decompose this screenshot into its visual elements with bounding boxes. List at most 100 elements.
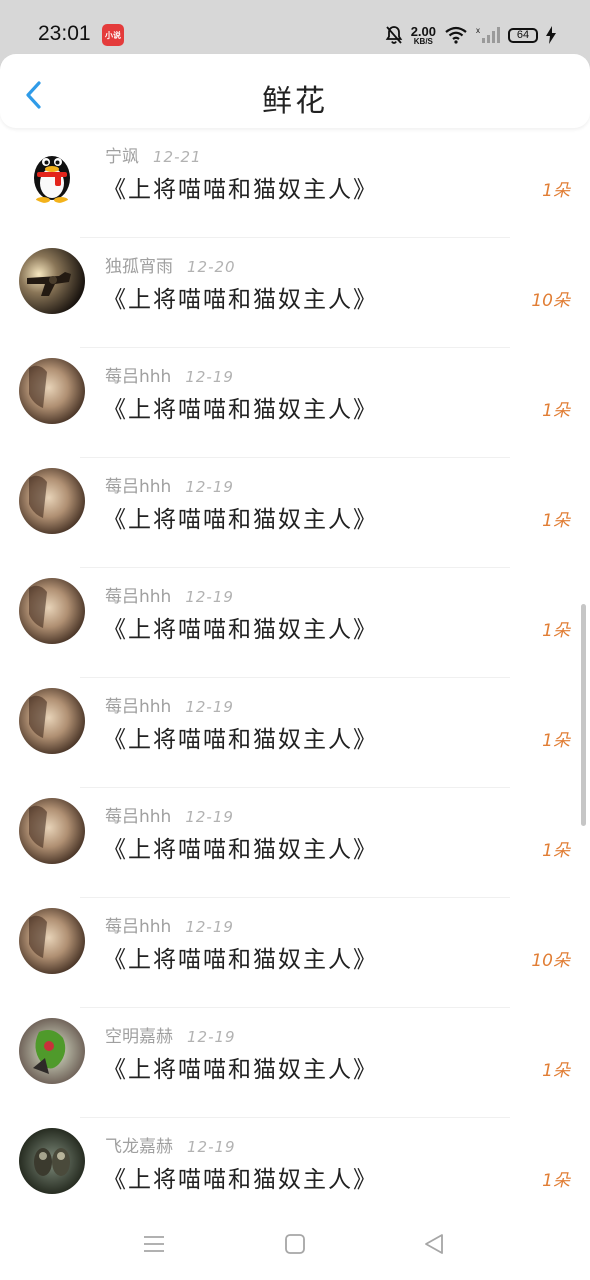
avatar[interactable] <box>19 138 85 204</box>
flower-count: 1朵 <box>542 401 570 421</box>
cell-signal-icon: x <box>476 26 500 43</box>
sender-meta: 宁飒 12-21 <box>105 142 202 167</box>
sender-name: 莓吕hhh <box>105 807 172 827</box>
gift-date: 12-21 <box>153 148 202 166</box>
photo-avatar-icon <box>19 578 85 644</box>
gift-date: 12-19 <box>185 918 234 936</box>
avatar[interactable] <box>19 798 85 864</box>
sender-meta: 莓吕hhh 12-19 <box>105 472 234 497</box>
photo-avatar-icon <box>19 688 85 754</box>
novel-app-notification-icon: 小说 <box>102 24 124 46</box>
list-item[interactable]: 宁飒 12-21 《上将喵喵和猫奴主人》 1朵 <box>0 128 590 238</box>
avatar[interactable] <box>19 908 85 974</box>
gift-date: 12-19 <box>187 1028 236 1046</box>
flower-count: 1朵 <box>542 511 570 531</box>
book-title: 《上将喵喵和猫奴主人》 <box>103 397 378 423</box>
list-item[interactable]: 莓吕hhh 12-19 《上将喵喵和猫奴主人》 1朵 <box>0 458 590 568</box>
gift-date: 12-20 <box>187 258 236 276</box>
gift-date: 12-19 <box>185 698 234 716</box>
book-title: 《上将喵喵和猫奴主人》 <box>103 287 378 313</box>
sender-meta: 莓吕hhh 12-19 <box>105 802 234 827</box>
book-title: 《上将喵喵和猫奴主人》 <box>103 727 378 753</box>
sender-meta: 莓吕hhh 12-19 <box>105 362 234 387</box>
flower-count: 1朵 <box>542 621 570 641</box>
sender-name: 莓吕hhh <box>105 477 172 497</box>
avatar[interactable] <box>19 248 85 314</box>
list-item[interactable]: 莓吕hhh 12-19 《上将喵喵和猫奴主人》 1朵 <box>0 788 590 898</box>
book-title: 《上将喵喵和猫奴主人》 <box>103 947 378 973</box>
back-triangle-icon <box>425 1234 443 1254</box>
svg-text:x: x <box>476 26 480 35</box>
sender-name: 宁飒 <box>105 147 139 167</box>
flower-count: 1朵 <box>542 1061 570 1081</box>
flower-gift-list: 宁飒 12-21 《上将喵喵和猫奴主人》 1朵 独孤宵雨 12-20 《上将喵喵和猫… <box>0 128 590 1208</box>
sender-name: 飞龙嘉赫 <box>105 1137 173 1157</box>
bell-muted-icon <box>385 26 402 44</box>
avatar[interactable] <box>19 358 85 424</box>
book-title: 《上将喵喵和猫奴主人》 <box>103 617 378 643</box>
avatar[interactable] <box>19 468 85 534</box>
avatar[interactable] <box>19 578 85 644</box>
photo-avatar-icon <box>19 358 85 424</box>
flower-count: 1朵 <box>542 841 570 861</box>
revolver-avatar-icon <box>19 248 85 314</box>
avatar[interactable] <box>19 1128 85 1194</box>
photo-avatar-icon <box>19 798 85 864</box>
flower-count: 1朵 <box>542 1171 570 1191</box>
dark-photo-avatar-icon <box>19 1128 85 1194</box>
status-time: 23:01 <box>38 22 91 45</box>
book-title: 《上将喵喵和猫奴主人》 <box>103 1167 378 1193</box>
book-title: 《上将喵喵和猫奴主人》 <box>103 177 378 203</box>
flower-count: 1朵 <box>542 181 570 201</box>
flower-count: 1朵 <box>542 731 570 751</box>
gift-date: 12-19 <box>185 478 234 496</box>
wifi-icon <box>445 26 467 44</box>
sender-name: 莓吕hhh <box>105 587 172 607</box>
qq-penguin-icon <box>19 138 85 204</box>
list-item[interactable]: 莓吕hhh 12-19 《上将喵喵和猫奴主人》 1朵 <box>0 678 590 788</box>
back-nav-button[interactable] <box>422 1232 448 1258</box>
sender-meta: 莓吕hhh 12-19 <box>105 912 234 937</box>
book-title: 《上将喵喵和猫奴主人》 <box>103 837 378 863</box>
list-item[interactable]: 独孤宵雨 12-20 《上将喵喵和猫奴主人》 10朵 <box>0 238 590 348</box>
menu-icon <box>144 1236 164 1252</box>
sender-meta: 飞龙嘉赫 12-19 <box>105 1132 236 1157</box>
scrollbar[interactable] <box>581 604 586 826</box>
home-square-icon <box>285 1234 305 1254</box>
list-item[interactable]: 飞龙嘉赫 12-19 《上将喵喵和猫奴主人》 1朵 <box>0 1118 590 1208</box>
sender-meta: 空明嘉赫 12-19 <box>105 1022 236 1047</box>
list-item[interactable]: 莓吕hhh 12-19 《上将喵喵和猫奴主人》 10朵 <box>0 898 590 1008</box>
network-speed: 2.00 KB/S <box>410 23 436 46</box>
list-item[interactable]: 空明嘉赫 12-19 《上将喵喵和猫奴主人》 1朵 <box>0 1008 590 1118</box>
home-button[interactable] <box>283 1232 309 1258</box>
page-header: 鲜花 <box>0 54 590 128</box>
sender-name: 空明嘉赫 <box>105 1027 173 1047</box>
system-nav-bar <box>0 1208 590 1280</box>
avatar[interactable] <box>19 1018 85 1084</box>
sender-name: 莓吕hhh <box>105 697 172 717</box>
photo-avatar-icon <box>19 468 85 534</box>
sender-name: 莓吕hhh <box>105 367 172 387</box>
status-icons: 2.00 KB/S x 64 <box>385 20 556 50</box>
page-title: 鲜花 <box>262 84 328 119</box>
book-title: 《上将喵喵和猫奴主人》 <box>103 1057 378 1083</box>
flower-count: 10朵 <box>531 951 570 971</box>
list-item[interactable]: 莓吕hhh 12-19 《上将喵喵和猫奴主人》 1朵 <box>0 568 590 678</box>
photo-avatar-icon <box>19 908 85 974</box>
battery-indicator: 64 <box>508 27 538 43</box>
avatar[interactable] <box>19 688 85 754</box>
sender-name: 独孤宵雨 <box>105 257 173 277</box>
list-item[interactable]: 莓吕hhh 12-19 《上将喵喵和猫奴主人》 1朵 <box>0 348 590 458</box>
charging-bolt-icon <box>546 26 556 44</box>
gift-date: 12-19 <box>185 368 234 386</box>
sender-meta: 莓吕hhh 12-19 <box>105 692 234 717</box>
gift-date: 12-19 <box>185 808 234 826</box>
green-figure-avatar-icon <box>19 1018 85 1084</box>
gift-date: 12-19 <box>185 588 234 606</box>
menu-button[interactable] <box>142 1232 168 1258</box>
sender-meta: 独孤宵雨 12-20 <box>105 252 236 277</box>
sender-meta: 莓吕hhh 12-19 <box>105 582 234 607</box>
sender-name: 莓吕hhh <box>105 917 172 937</box>
book-title: 《上将喵喵和猫奴主人》 <box>103 507 378 533</box>
gift-date: 12-19 <box>187 1138 236 1156</box>
